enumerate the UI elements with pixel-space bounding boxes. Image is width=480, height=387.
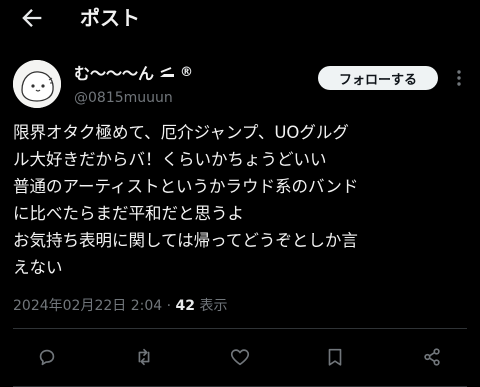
user-handle[interactable]: @0815muuun bbox=[74, 90, 193, 106]
tweet-meta: 2024年02月22日 2:04 · 42 表示 bbox=[13, 295, 227, 315]
tweet-line: 限界オタク極めて、厄介ジャンプ、UOグルグ bbox=[13, 123, 349, 142]
tweet-line: ル大好きだからバ！くらいかちょうどいい bbox=[13, 150, 327, 169]
more-options-icon[interactable] bbox=[452, 68, 466, 88]
like-icon bbox=[230, 349, 250, 366]
share-icon bbox=[424, 348, 440, 366]
bookmark-button[interactable] bbox=[322, 344, 348, 370]
like-button[interactable] bbox=[227, 344, 253, 370]
repost-button[interactable] bbox=[131, 344, 157, 370]
divider bbox=[13, 328, 467, 329]
tweet-text: 限界オタク極めて、厄介ジャンプ、UOグルグ ル大好きだからバ！くらいかちょうどい… bbox=[13, 119, 475, 281]
views-count: 42 bbox=[175, 298, 195, 314]
avatar-illustration bbox=[13, 60, 61, 108]
flag-icon bbox=[160, 67, 175, 77]
views-label: 表示 bbox=[199, 298, 228, 314]
timestamp[interactable]: 2024年02月22日 2:04 bbox=[13, 298, 162, 314]
tweet-line: に比べたらまだ平和だと思うよ bbox=[13, 204, 244, 223]
header-bar: ポスト bbox=[0, 0, 480, 36]
back-arrow-icon[interactable] bbox=[18, 4, 46, 32]
registered-badge: ® bbox=[180, 64, 194, 80]
repost-icon bbox=[138, 348, 150, 366]
follow-button[interactable]: フォローする bbox=[318, 66, 438, 90]
reply-button[interactable] bbox=[34, 344, 60, 370]
display-name-text: む〜〜〜ん bbox=[74, 64, 155, 83]
bookmark-icon bbox=[328, 348, 342, 366]
tweet-line: えない bbox=[13, 258, 63, 277]
reply-icon bbox=[39, 349, 55, 366]
tweet-line: お気持ち表明に関しては帰ってどうぞとしか言 bbox=[13, 231, 358, 250]
avatar[interactable] bbox=[13, 60, 61, 108]
action-bar bbox=[0, 344, 480, 372]
meta-separator: · bbox=[166, 298, 172, 314]
tweet-line: 普通のアーティストというかラウド系のバンド bbox=[13, 177, 359, 196]
author-block[interactable]: む〜〜〜ん ® @0815muuun bbox=[74, 60, 193, 106]
display-name[interactable]: む〜〜〜ん ® bbox=[74, 60, 193, 84]
share-button[interactable] bbox=[419, 344, 445, 370]
page-title: ポスト bbox=[80, 6, 140, 30]
